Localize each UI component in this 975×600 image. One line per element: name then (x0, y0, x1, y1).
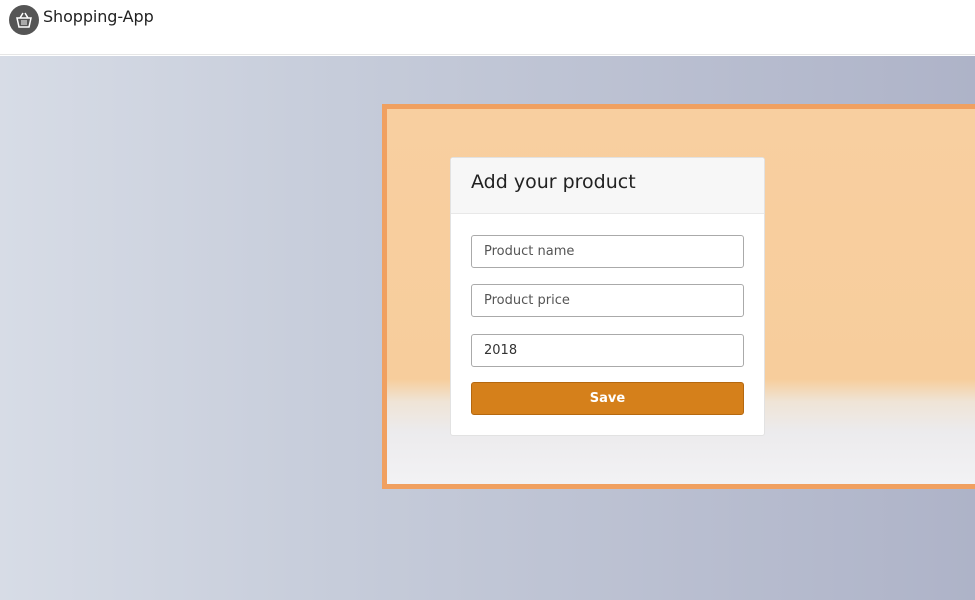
navbar: Shopping-App (0, 0, 975, 55)
product-price-input[interactable] (471, 284, 744, 317)
product-name-input[interactable] (471, 235, 744, 268)
add-product-card: Add your product Save (450, 157, 765, 436)
card-header: Add your product (451, 158, 764, 214)
brand-title[interactable]: Shopping-App (43, 7, 154, 26)
card-title: Add your product (471, 171, 636, 193)
year-input[interactable] (471, 334, 744, 367)
basket-icon[interactable] (9, 5, 39, 35)
save-button[interactable]: Save (471, 382, 744, 415)
